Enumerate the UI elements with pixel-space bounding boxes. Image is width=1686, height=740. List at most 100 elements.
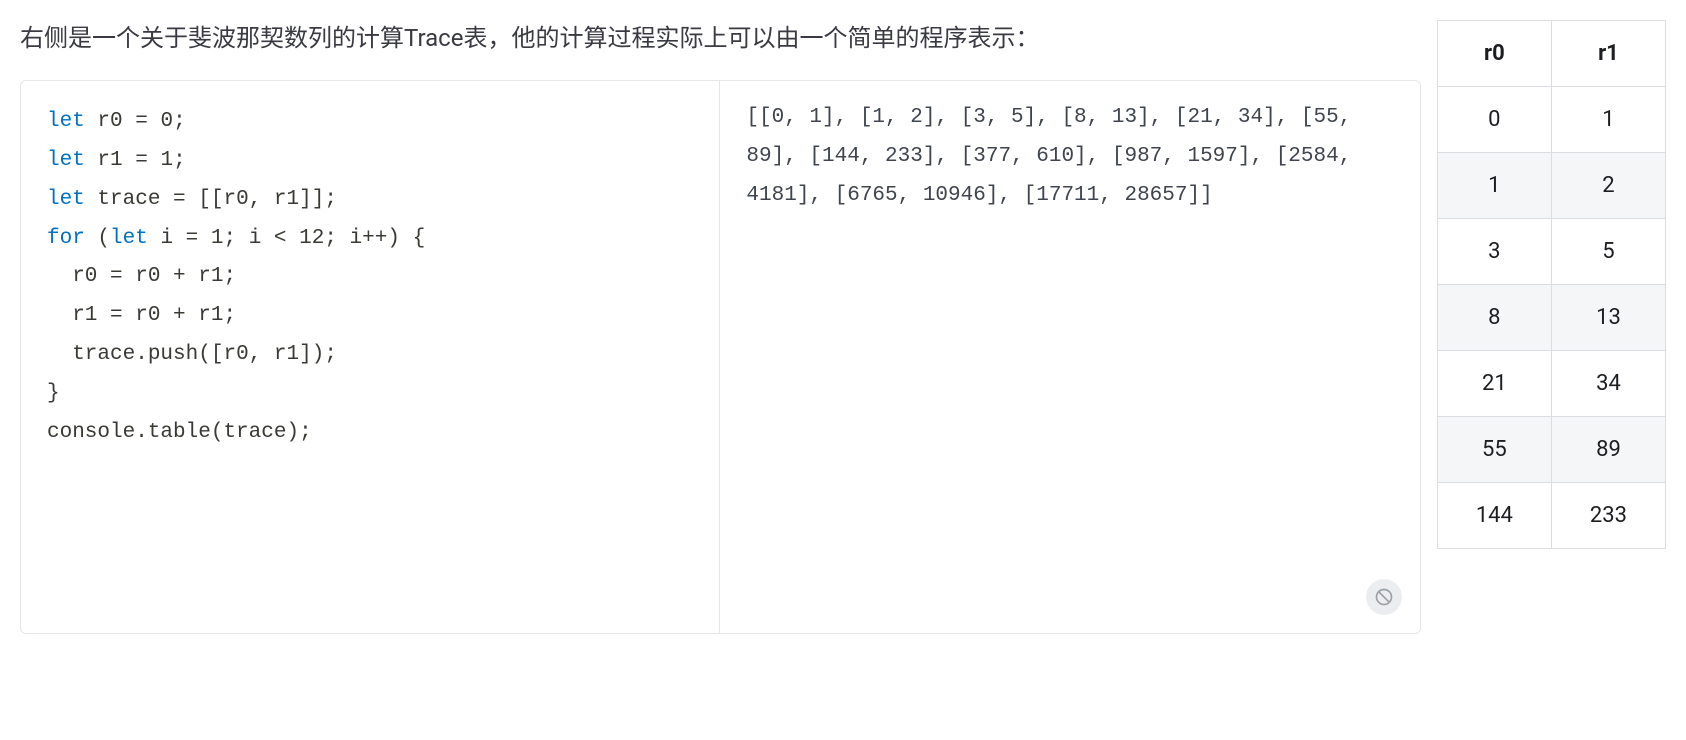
code-token: = — [186, 227, 199, 250]
code-token: ; — [223, 227, 236, 250]
code-token: ); — [286, 421, 311, 444]
code-token: r1 — [186, 265, 224, 288]
code-token: r1 — [261, 188, 299, 211]
code-token: trace — [223, 421, 286, 444]
code-token: , — [249, 343, 262, 366]
table-row: 813 — [1437, 285, 1665, 351]
code-token: push — [148, 343, 198, 366]
code-token: ; — [324, 227, 337, 250]
table-row: 01 — [1437, 87, 1665, 153]
code-token: i — [236, 227, 274, 250]
code-token: ]]; — [299, 188, 337, 211]
table-cell: 1 — [1437, 153, 1551, 219]
table-cell: 5 — [1551, 219, 1665, 285]
table-cell: 2 — [1551, 153, 1665, 219]
table-cell: 21 — [1437, 351, 1551, 417]
code-token: r1 — [186, 304, 224, 327]
code-token: r0 — [223, 343, 248, 366]
code-token: let — [47, 110, 85, 133]
code-token: . — [135, 343, 148, 366]
code-token: ([ — [198, 343, 223, 366]
code-token: trace — [47, 343, 135, 366]
code-token: ( — [97, 227, 110, 250]
table-cell: 0 — [1437, 87, 1551, 153]
table-cell: 1 — [1551, 87, 1665, 153]
code-token — [85, 227, 98, 250]
table-row: 35 — [1437, 219, 1665, 285]
code-token: i — [148, 227, 186, 250]
table-cell: 144 — [1437, 483, 1551, 549]
code-token: ; — [223, 304, 236, 327]
code-pane: let r0 = 0; let r1 = 1; let trace = [[r0… — [21, 81, 720, 633]
code-token: let — [47, 149, 85, 172]
table-row: 12 — [1437, 153, 1665, 219]
table-header-row: r0r1 — [1437, 21, 1665, 87]
code-token: < — [274, 227, 287, 250]
left-column: 右侧是一个关于斐波那契数列的计算Trace表，他的计算过程实际上可以由一个简单的… — [20, 20, 1421, 634]
code-output-box: let r0 = 0; let r1 = 1; let trace = [[r0… — [20, 80, 1421, 634]
no-entry-icon — [1366, 579, 1402, 615]
code-token: = — [135, 110, 148, 133]
table-body: 01123581321345589144233 — [1437, 87, 1665, 549]
table-row: 5589 — [1437, 417, 1665, 483]
code-token: r0 — [123, 304, 173, 327]
code-token: ; — [173, 110, 186, 133]
code-token: r1 — [85, 149, 135, 172]
code-token: = — [110, 304, 123, 327]
code-token: [[ — [198, 188, 223, 211]
output-pane: [[0, 1], [1, 2], [3, 5], [8, 13], [21, 3… — [720, 81, 1419, 633]
code-token: i — [337, 227, 362, 250]
code-token: ++) — [362, 227, 400, 250]
table-cell: 13 — [1551, 285, 1665, 351]
code-token: console — [47, 421, 135, 444]
table-row: 144233 — [1437, 483, 1665, 549]
table-cell: 34 — [1551, 351, 1665, 417]
code-token: = — [135, 149, 148, 172]
table-row: 2134 — [1437, 351, 1665, 417]
code-token: r1 — [47, 304, 110, 327]
code-token — [400, 227, 413, 250]
code-token: ( — [211, 421, 224, 444]
table-header-cell: r0 — [1437, 21, 1551, 87]
code-token: table — [148, 421, 211, 444]
table-cell: 233 — [1551, 483, 1665, 549]
right-column: r0r1 01123581321345589144233 — [1437, 20, 1666, 549]
code-token: ; — [223, 265, 236, 288]
page-container: 右侧是一个关于斐波那契数列的计算Trace表，他的计算过程实际上可以由一个简单的… — [20, 20, 1666, 634]
code-token: 1 — [211, 227, 224, 250]
code-token: 12 — [299, 227, 324, 250]
code-token: r1 — [261, 343, 299, 366]
code-token — [198, 227, 211, 250]
code-token: { — [413, 227, 426, 250]
code-token: } — [47, 382, 60, 405]
code-token — [148, 110, 161, 133]
table-header-cell: r1 — [1551, 21, 1665, 87]
code-token: let — [110, 227, 148, 250]
table-cell: 89 — [1551, 417, 1665, 483]
code-token: ]); — [299, 343, 337, 366]
code-token: r0 — [123, 265, 173, 288]
code-token — [186, 188, 199, 211]
code-token: trace — [85, 188, 173, 211]
table-cell: 3 — [1437, 219, 1551, 285]
code-token: r0 — [47, 265, 110, 288]
intro-text: 右侧是一个关于斐波那契数列的计算Trace表，他的计算过程实际上可以由一个简单的… — [20, 20, 1421, 56]
code-token: + — [173, 265, 186, 288]
code-token: , — [249, 188, 262, 211]
code-token: + — [173, 304, 186, 327]
code-token: ; — [173, 149, 186, 172]
code-token — [287, 227, 300, 250]
code-token: r0 — [85, 110, 135, 133]
code-token: = — [110, 265, 123, 288]
code-token: for — [47, 227, 85, 250]
code-token: . — [135, 421, 148, 444]
code-token: r0 — [223, 188, 248, 211]
table-cell: 8 — [1437, 285, 1551, 351]
table-cell: 55 — [1437, 417, 1551, 483]
code-token: 0 — [160, 110, 173, 133]
code-token: let — [47, 188, 85, 211]
code-token — [148, 149, 161, 172]
code-token: = — [173, 188, 186, 211]
code-token: 1 — [160, 149, 173, 172]
output-text: [[0, 1], [1, 2], [3, 5], [8, 13], [21, 3… — [746, 106, 1351, 207]
